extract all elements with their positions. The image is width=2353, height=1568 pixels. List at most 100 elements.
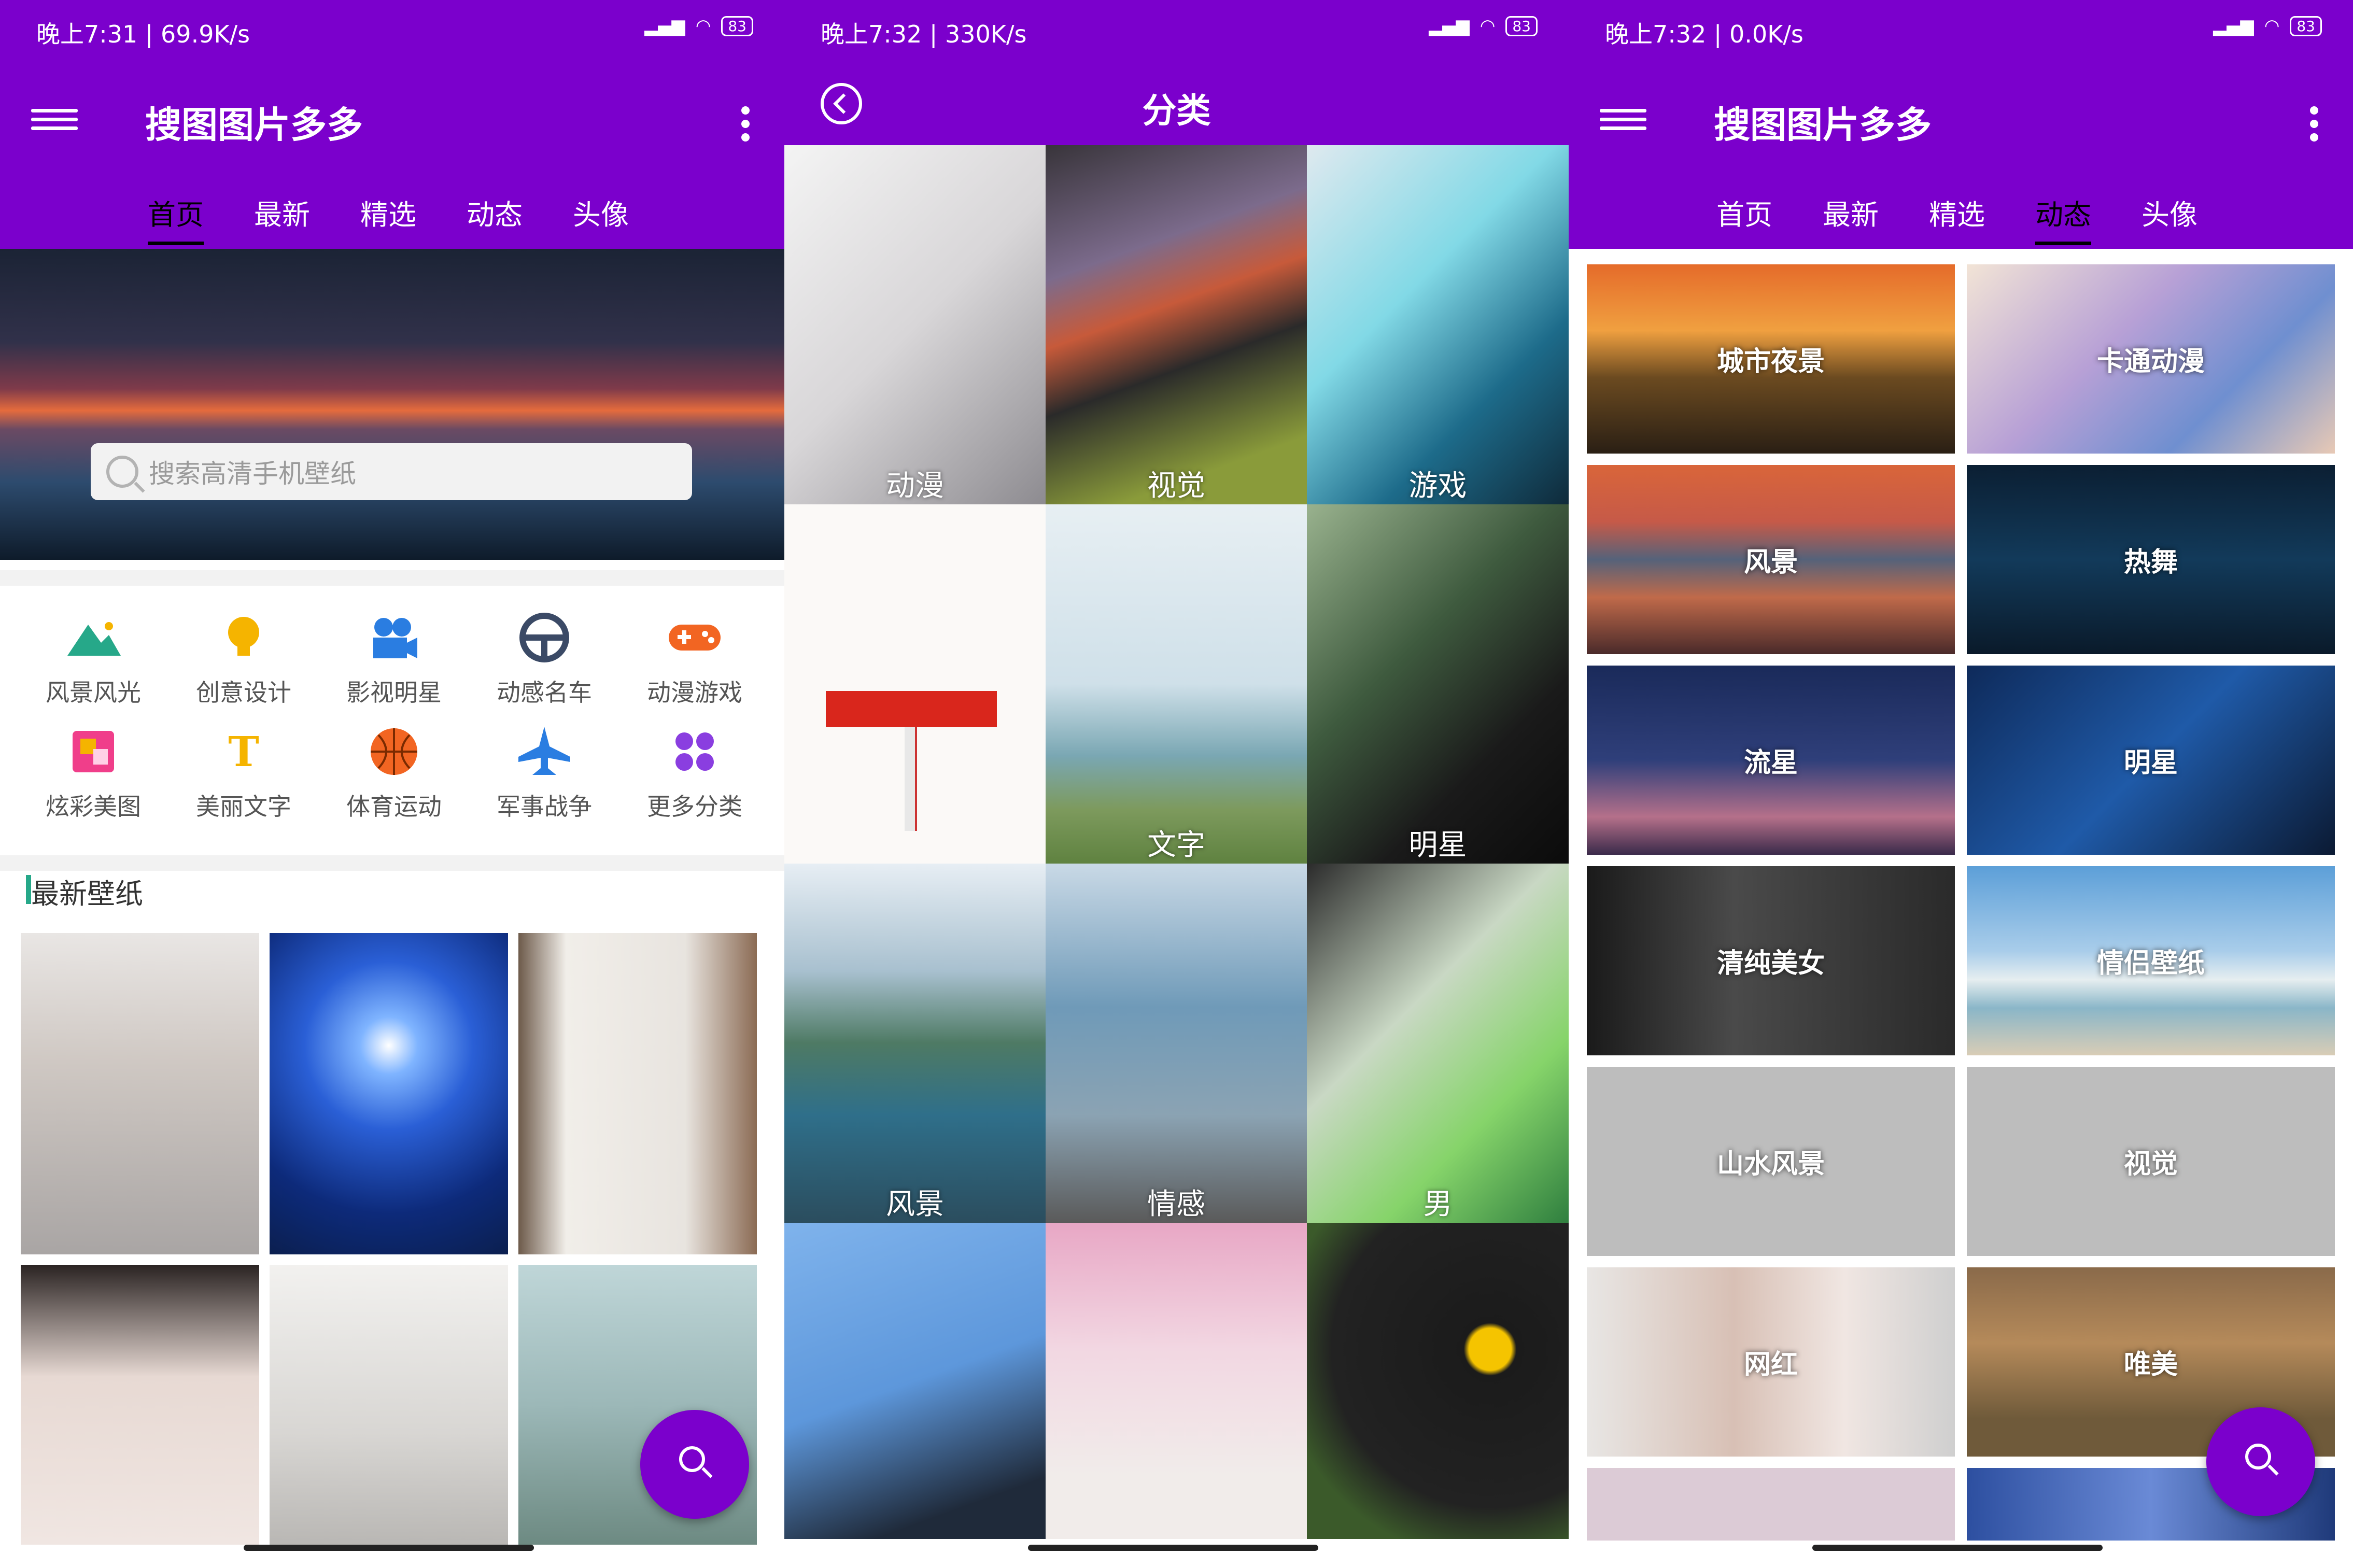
wifi-icon: ◠ [1480,16,1496,36]
tile-label: 动漫 [886,469,944,503]
home-indicator[interactable] [1812,1545,2103,1551]
basketball-icon [365,726,422,778]
category-tile[interactable]: 明星 [1967,666,2335,855]
tab-bar: 首页 最新 精选 动态 头像 [1569,181,2353,245]
search-icon [679,1446,705,1472]
category-item[interactable]: 军事战争 [469,726,619,840]
more-options-icon[interactable] [2306,101,2322,147]
category-item[interactable]: T 美丽文字 [168,726,319,840]
search-fab[interactable] [640,1410,749,1519]
signpost-image [905,727,917,831]
steering-wheel-icon [516,612,573,663]
tab-home[interactable]: 首页 [1716,192,1772,233]
tab-bar: 首页 最新 精选 动态 头像 [0,181,784,245]
search-input[interactable]: 搜索高清手机壁纸 [91,443,692,500]
four-dots-icon [666,726,723,778]
tile-label: 文字 [1147,828,1205,862]
app-bar: 搜图图片多多 首页 最新 精选 动态 头像 [1569,62,2353,245]
home-indicator[interactable] [1028,1545,1318,1551]
category-tile[interactable]: 情感 [1046,864,1307,1223]
category-item[interactable]: 炫彩美图 [18,726,168,840]
category-tile[interactable]: 动漫 [784,145,1046,504]
search-icon [2245,1444,2271,1470]
wallpaper-thumb[interactable] [270,933,508,1254]
divider [0,570,784,586]
category-tile[interactable]: 文字 [1046,504,1307,864]
signal-icon: ▂▄▆ [644,16,685,36]
app-title: 搜图图片多多 [1714,104,1932,146]
tile-label: 视觉 [1147,469,1205,503]
tab-latest[interactable]: 最新 [254,192,310,233]
category-tile[interactable]: 风景 [784,864,1046,1223]
wallpaper-thumb[interactable] [21,933,259,1254]
category-item[interactable]: 影视明星 [319,612,469,726]
category-tile[interactable]: 明星 [1307,504,1569,864]
banner-image[interactable] [0,249,784,560]
category-tile[interactable]: 视觉 [1967,1067,2335,1256]
tile-label: 男 [1423,1188,1453,1221]
home-screen: 晚上7:31 | 69.9K/s ▂▄▆ ◠ 83 搜图图片多多 首页 最新 精… [0,0,784,1568]
category-label: 美丽文字 [196,793,291,821]
tab-dynamic[interactable]: 动态 [2035,192,2091,245]
tab-featured[interactable]: 精选 [1929,192,1985,233]
tab-dynamic[interactable]: 动态 [467,192,523,233]
status-icons: ▂▄▆ ◠ 83 [644,16,753,36]
search-fab[interactable] [2206,1407,2315,1516]
category-tile[interactable]: 卡通动漫 [1967,264,2335,454]
category-label: 动漫游戏 [647,679,742,707]
status-icons: ▂▄▆ ◠ 83 [1429,16,1538,36]
wallpaper-thumb[interactable] [518,933,757,1254]
wallpaper-thumb[interactable] [270,1265,508,1545]
category-tile[interactable]: 视觉 [1046,145,1307,504]
category-tile[interactable]: 热舞 [1967,465,2335,654]
menu-icon[interactable] [1600,104,1646,140]
tile-label: 风景 [886,1188,944,1221]
category-tile[interactable] [784,1223,1046,1539]
wallpaper-thumb[interactable] [21,1265,259,1545]
category-item[interactable]: 风景风光 [18,612,168,726]
category-tile[interactable]: 男 [1307,864,1569,1223]
lightbulb-icon [215,612,272,663]
battery-icon: 83 [2290,16,2322,36]
category-tile[interactable]: 游戏 [1307,145,1569,504]
category-item[interactable]: 体育运动 [319,726,469,840]
status-bar: 晚上7:32 | 0.0K/s ▂▄▆ ◠ 83 [1569,0,2353,62]
tab-home[interactable]: 首页 [148,192,204,245]
category-tile[interactable]: 网红 [1587,1267,1955,1457]
tab-featured[interactable]: 精选 [360,192,416,233]
partial-tile[interactable] [1587,1468,1955,1541]
status-bar: 晚上7:31 | 69.9K/s ▂▄▆ ◠ 83 [0,0,784,62]
tab-latest[interactable]: 最新 [1823,192,1879,233]
category-tile[interactable] [1307,1223,1569,1539]
category-tile[interactable]: 山水风景 [1587,1067,1955,1256]
status-time: 晚上7:32 | 0.0K/s [1605,20,1804,48]
category-tile[interactable] [1046,1223,1307,1539]
sign-image [826,691,997,727]
app-bar: 搜图图片多多 首页 最新 精选 动态 头像 [0,62,784,245]
category-tile[interactable]: 流星 [1587,666,1955,855]
more-options-icon[interactable] [738,101,753,147]
category-tile[interactable]: 城市夜景 [1587,264,1955,454]
category-screen: 晚上7:32 | 330K/s ▂▄▆ ◠ 83 分类 动漫 视觉 游戏 文字 … [784,0,1569,1568]
search-icon [106,456,138,488]
category-tile[interactable]: 风景 [1587,465,1955,654]
status-icons: ▂▄▆ ◠ 83 [2213,16,2322,36]
category-item[interactable]: 更多分类 [619,726,770,840]
category-item[interactable]: 创意设计 [168,612,319,726]
category-tile[interactable] [784,504,1046,864]
category-label: 军事战争 [497,793,592,821]
category-tile[interactable]: 情侣壁纸 [1967,866,2335,1055]
tab-avatar[interactable]: 头像 [573,192,629,233]
category-item[interactable]: 动漫游戏 [619,612,770,726]
menu-icon[interactable] [31,104,78,140]
category-item[interactable]: 动感名车 [469,612,619,726]
tab-avatar[interactable]: 头像 [2141,192,2197,233]
wifi-icon: ◠ [2264,16,2280,36]
category-tile[interactable]: 清纯美女 [1587,866,1955,1055]
category-label: 创意设计 [196,679,291,707]
category-label: 动感名车 [497,679,592,707]
category-label: 炫彩美图 [46,793,141,821]
tile-label: 游戏 [1408,469,1467,503]
page-title: 分类 [1142,91,1211,131]
home-indicator[interactable] [244,1545,534,1551]
